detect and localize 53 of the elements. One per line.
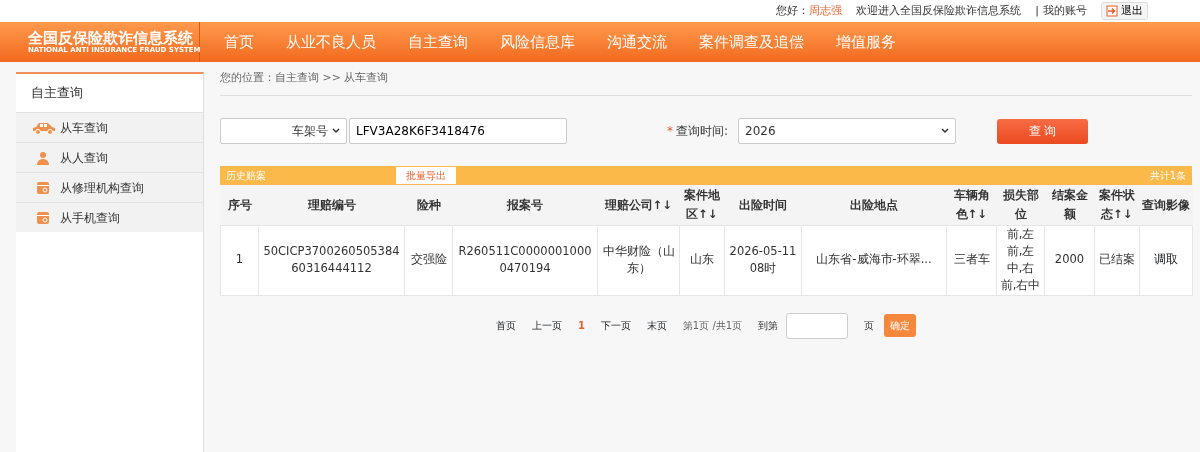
retrieve-link[interactable]: 调取: [1154, 252, 1178, 267]
table-cell: 已结案: [1094, 225, 1140, 295]
welcome-text: 欢迎进入全国反保险欺诈信息系统: [856, 2, 1022, 19]
person-icon: [36, 150, 50, 165]
user-name-link[interactable]: 周志强: [809, 2, 843, 20]
sidebar-item[interactable]: 从手机查询: [16, 202, 203, 232]
table-cell: 中华财险（山东）: [597, 225, 680, 295]
next-page-link[interactable]: 下一页: [600, 318, 631, 333]
logo-title: 全国反保险欺诈信息系统: [28, 29, 193, 47]
column-header: 损失部位: [996, 185, 1045, 225]
page-info-text: 第1页 /共1页: [682, 319, 743, 333]
prev-page-link[interactable]: 上一页: [531, 318, 562, 333]
column-header: 结案金额: [1044, 185, 1095, 225]
table-cell: 2026-05-11 08时: [724, 225, 802, 295]
document-icon: [36, 210, 50, 225]
page-input-field[interactable]: [786, 312, 849, 339]
column-header: 案件状态↑↓: [1094, 185, 1140, 225]
logout-button[interactable]: 退出: [1101, 1, 1148, 21]
total-count: 共计1条: [1149, 169, 1186, 183]
table-cell: 交强险: [404, 225, 453, 295]
year-select[interactable]: 2026: [738, 118, 956, 144]
chevron-down-icon: [941, 128, 949, 134]
document-icon: [36, 180, 50, 195]
type-select[interactable]: 车架号: [220, 118, 347, 144]
column-header: 案件地区↑↓: [679, 185, 725, 225]
table-cell: 1: [220, 225, 259, 295]
car-icon: [32, 120, 56, 135]
first-page-link[interactable]: 首页: [495, 318, 516, 333]
greeting-text: 您好：: [776, 2, 810, 19]
vin-input-field[interactable]: LFV3A28K6F3418476: [349, 118, 567, 144]
table-cell: 2000: [1044, 225, 1095, 295]
table-cell: 前,左前,左中,右前,右中: [996, 225, 1045, 295]
sidebar-item[interactable]: 从修理机构查询: [16, 172, 203, 202]
table-title: 历史赔案: [226, 169, 266, 183]
goto-label: 到第: [758, 319, 779, 333]
time-label: * 查询时间:: [666, 123, 728, 140]
sidebar-item[interactable]: 从人查询: [16, 142, 203, 172]
table-cell: 山东省-威海市-环翠...: [801, 225, 947, 295]
table-cell: 50CICP370026050538460316444112: [258, 225, 405, 295]
separator-text: |: [1035, 2, 1039, 19]
table-cell: 山东: [679, 225, 725, 295]
chevron-down-icon: [332, 128, 340, 134]
page-label: 页: [864, 319, 875, 333]
export-button[interactable]: 批量导出: [396, 167, 456, 184]
account-link[interactable]: 我的账号: [1043, 2, 1087, 20]
table-cell: 三者车: [946, 225, 997, 295]
table-cell: R260511C00000010000470194: [452, 225, 598, 295]
sidebar-item[interactable]: 从车查询: [16, 112, 203, 142]
exit-icon: [1106, 5, 1118, 17]
last-page-link[interactable]: 末页: [646, 318, 667, 333]
breadcrumb-text: 您的位置：自主查询 >> 从车查询: [220, 62, 1192, 96]
sidebar-title: 自主查询: [30, 84, 84, 103]
column-header: 车辆角色↑↓: [946, 185, 997, 225]
